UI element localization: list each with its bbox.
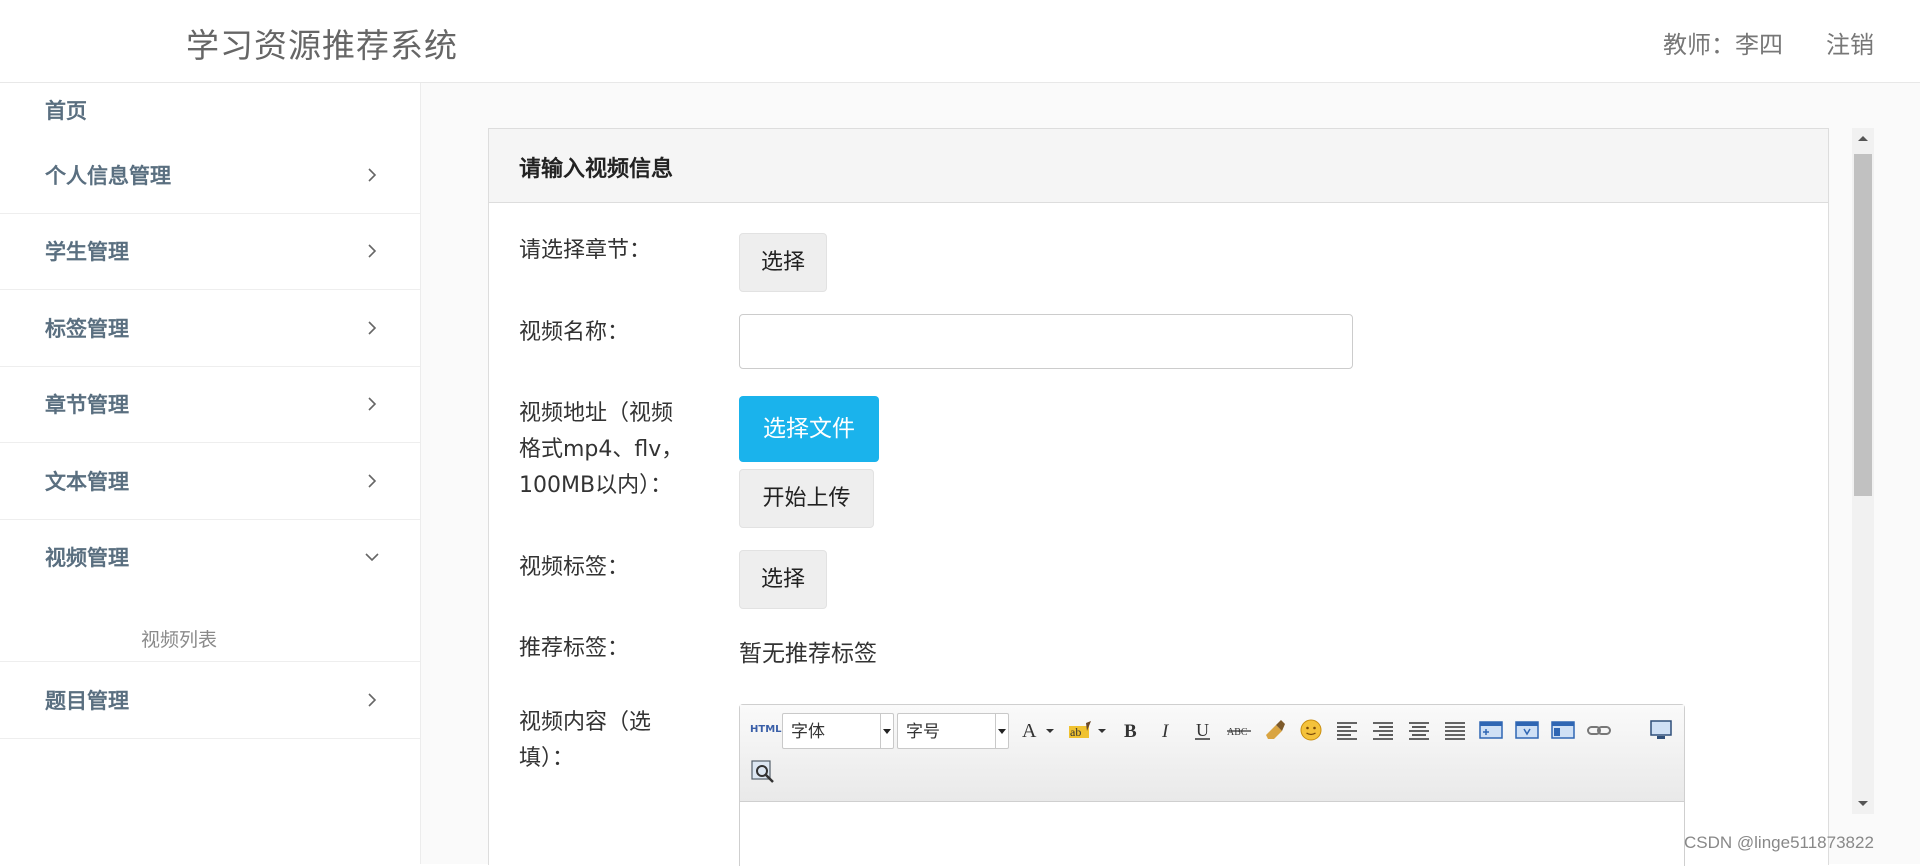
video-content-label-line: 视频内容（选 <box>519 710 652 735</box>
sidebar-item-videos[interactable]: 视频管理 <box>0 519 420 595</box>
main-scrollbar[interactable] <box>1852 128 1874 814</box>
html-source-icon[interactable]: HTML <box>750 717 782 743</box>
current-user-label: 教师：李四 <box>1663 31 1783 59</box>
align-center-icon[interactable] <box>1406 717 1432 743</box>
choose-file-button[interactable]: 选择文件 <box>739 396 879 462</box>
chevron-right-icon <box>368 397 377 411</box>
video-name-input[interactable] <box>739 314 1353 369</box>
sidebar-item-texts[interactable]: 文本管理 <box>0 443 420 520</box>
link-icon[interactable] <box>1586 717 1612 743</box>
sidebar-subitem-video-list[interactable]: 视频列表 <box>141 625 217 652</box>
app-title: 学习资源推荐系统 <box>186 26 458 65</box>
highlight-icon[interactable]: ab <box>1066 717 1110 743</box>
chevron-right-icon <box>368 321 377 335</box>
svg-text:U: U <box>1196 720 1209 740</box>
clear-format-icon[interactable] <box>1262 717 1288 743</box>
font-size-select[interactable]: 字号 <box>897 713 1009 749</box>
chevron-right-icon <box>368 244 377 258</box>
recommend-tags-label: 推荐标签： <box>519 636 630 661</box>
editor-toolbar: HTML 字体 字号 A ab B I U ABC <box>740 705 1684 802</box>
media-icon[interactable] <box>1550 717 1576 743</box>
font-family-select-value: 字体 <box>791 722 825 742</box>
svg-text:ABC: ABC <box>1227 727 1248 738</box>
sidebar-item-label: 学生管理 <box>45 240 129 264</box>
panel-heading: 请输入视频信息 <box>489 129 1828 203</box>
italic-icon[interactable]: I <box>1154 717 1180 743</box>
video-content-label: 视频内容（选 填）： <box>519 705 651 777</box>
start-upload-button[interactable]: 开始上传 <box>739 469 874 528</box>
watermark: CSDN @linge511873822 <box>1684 833 1874 852</box>
svg-text:ab: ab <box>1070 725 1081 739</box>
video-address-label: 视频地址（视频 格式mp4、flv， 100MB以内）： <box>519 396 683 504</box>
preview-icon[interactable] <box>750 759 776 785</box>
sidebar-item-label: 题目管理 <box>45 689 129 713</box>
sidebar-nav: 首页 个人信息管理 学生管理 标签管理 章节管理 文本管理 视频管理 视频列表 … <box>0 83 421 864</box>
sidebar-item-label: 首页 <box>45 99 87 123</box>
strikethrough-icon[interactable]: ABC <box>1226 717 1252 743</box>
chevron-right-icon <box>368 693 377 707</box>
chevron-right-icon <box>368 474 377 488</box>
font-color-icon[interactable]: A <box>1018 717 1058 743</box>
sidebar-item-label: 视频管理 <box>45 546 129 570</box>
flash-icon[interactable] <box>1514 717 1540 743</box>
select-chapter-button[interactable]: 选择 <box>739 233 827 292</box>
dropdown-arrow-icon <box>995 714 1008 748</box>
rich-text-editor[interactable]: HTML 字体 字号 A ab B I U ABC <box>739 704 1685 866</box>
logout-link[interactable]: 注销 <box>1826 25 1874 60</box>
select-tags-button[interactable]: 选择 <box>739 550 827 609</box>
sidebar-item-students[interactable]: 学生管理 <box>0 213 420 290</box>
video-tags-label: 视频标签： <box>519 555 630 580</box>
sidebar-item-label: 文本管理 <box>45 470 129 494</box>
svg-text:I: I <box>1161 721 1170 742</box>
svg-text:A: A <box>1022 720 1037 742</box>
video-content-label-line: 填）： <box>519 746 575 771</box>
fullscreen-icon[interactable] <box>1648 717 1674 743</box>
font-size-select-value: 字号 <box>906 722 940 742</box>
sidebar-item-label: 个人信息管理 <box>45 164 171 188</box>
image-icon[interactable] <box>1478 717 1504 743</box>
dropdown-arrow-icon <box>880 714 893 748</box>
top-header: 学习资源推荐系统 教师：李四 注销 <box>0 0 1920 83</box>
align-left-icon[interactable] <box>1334 717 1360 743</box>
justify-icon[interactable] <box>1442 717 1468 743</box>
sidebar-item-label: 章节管理 <box>45 393 129 417</box>
underline-icon[interactable]: U <box>1190 717 1216 743</box>
bold-icon[interactable]: B <box>1118 717 1144 743</box>
scroll-thumb[interactable] <box>1854 154 1872 496</box>
video-form-panel: 请输入视频信息 请选择章节： 选择 视频名称： 视频地址（视频 格式mp4、fl… <box>488 128 1829 866</box>
font-family-select[interactable]: 字体 <box>782 713 894 749</box>
recommend-tags-value: 暂无推荐标签 <box>739 641 877 667</box>
video-address-label-line: 100MB以内）： <box>519 473 673 498</box>
scroll-down-arrow-icon[interactable] <box>1852 794 1874 814</box>
chevron-down-icon <box>365 553 379 562</box>
panel-title: 请输入视频信息 <box>519 157 674 182</box>
video-address-label-line: 视频地址（视频 <box>519 401 674 426</box>
video-name-label: 视频名称： <box>519 320 630 345</box>
emoticon-icon[interactable] <box>1298 717 1324 743</box>
sidebar-item-home[interactable]: 首页 <box>0 83 420 137</box>
video-address-label-line: 格式mp4、flv， <box>519 437 684 462</box>
scroll-up-arrow-icon[interactable] <box>1852 128 1874 148</box>
sidebar-item-questions[interactable]: 题目管理 <box>0 662 420 739</box>
sidebar-item-personal-info[interactable]: 个人信息管理 <box>0 137 420 214</box>
align-right-icon[interactable] <box>1370 717 1396 743</box>
svg-text:B: B <box>1124 721 1137 742</box>
sidebar-item-tags[interactable]: 标签管理 <box>0 290 420 367</box>
chevron-right-icon <box>368 168 377 182</box>
sidebar-item-chapters[interactable]: 章节管理 <box>0 366 420 443</box>
sidebar-item-label: 标签管理 <box>45 317 129 341</box>
chapter-label: 请选择章节： <box>519 238 652 263</box>
